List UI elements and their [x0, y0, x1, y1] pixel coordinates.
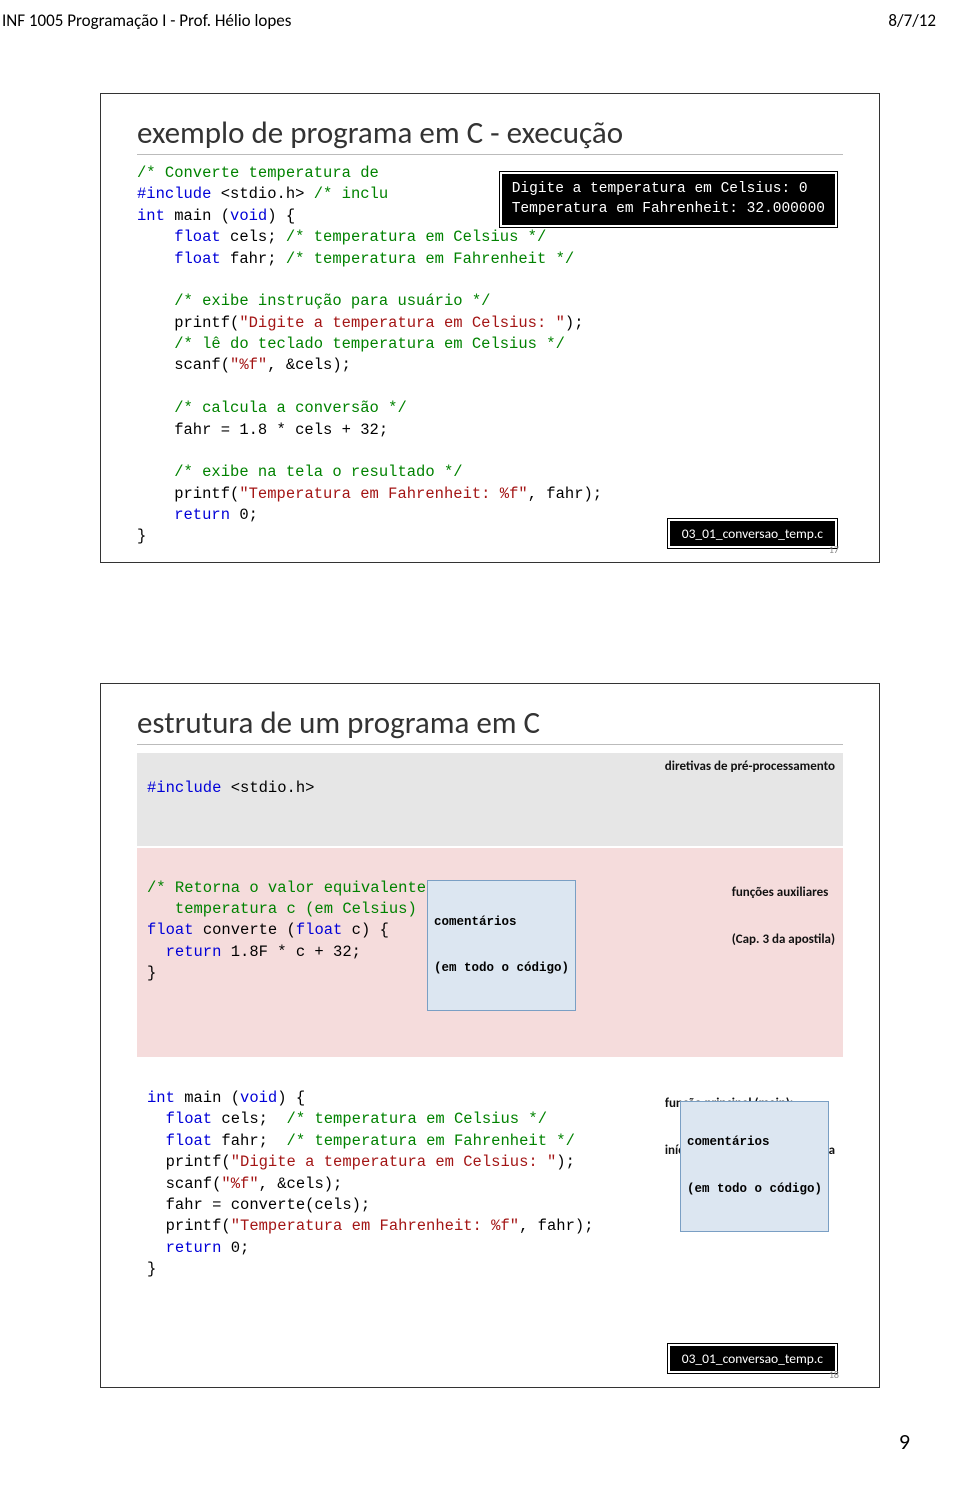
code-text: float [147, 1132, 212, 1150]
page-number: 9 [0, 1388, 960, 1455]
content-area: exemplo de programa em C - execução Digi… [0, 33, 960, 1388]
code-text: fahr = 1.8 * cels + 32; [137, 421, 388, 439]
code-text: /* temperatura em Fahrenheit */ [287, 1132, 575, 1150]
annotation-directives: diretivas de pré-processamento [665, 759, 835, 775]
band-main: int main (void) { float cels; /* tempera… [137, 1059, 843, 1371]
slide-pagenum: 18 [829, 1368, 839, 1381]
code-text [137, 378, 146, 396]
code-text: , fahr); [528, 485, 602, 503]
filename-box: 03_01_conversao_temp.c [668, 519, 837, 548]
code-text: converte ( [194, 921, 296, 939]
slide-execution: exemplo de programa em C - execução Digi… [100, 93, 880, 563]
code-text: <stdio.h> [221, 779, 314, 797]
code-text: float [147, 921, 194, 939]
code-text: main ( [175, 1089, 240, 1107]
code-text: "%f" [230, 356, 267, 374]
code-text: /* inclu [314, 185, 388, 203]
code-text: /* Converte temperatura de [137, 164, 379, 182]
page-header: INF 1005 Programação I - Prof. Hélio lop… [0, 8, 960, 33]
code-text: } [137, 527, 146, 545]
code-text: /* exibe instrução para usuário */ [137, 292, 490, 310]
code-text: #include [147, 779, 221, 797]
annotation-comments-box: comentários (em todo o código) [680, 1101, 829, 1232]
code-text: float [296, 921, 343, 939]
code-text: /* temperatura em Fahrenheit */ [286, 250, 574, 268]
code-text: "Digite a temperatura em Celsius: " [231, 1153, 557, 1171]
code-text: printf( [137, 314, 239, 332]
band-aux-functions: /* Retorna o valor equivalente em Fahren… [137, 848, 843, 1056]
header-right: 8/7/12 [888, 10, 936, 31]
slide-structure: estrutura de um programa em C #include <… [100, 683, 880, 1388]
output-box: Digite a temperatura em Celsius: 0 Tempe… [500, 172, 837, 227]
code-text: "%f" [221, 1175, 258, 1193]
code-text: fahr = converte(cels); [147, 1196, 370, 1214]
code-text: float [137, 250, 221, 268]
code-text: , fahr); [519, 1217, 593, 1235]
code-text: 1.8F * c + 32; [221, 943, 361, 961]
code-text: ); [556, 1153, 575, 1171]
header-left: INF 1005 Programação I - Prof. Hélio lop… [2, 10, 291, 31]
code-text: /* temperatura em Celsius */ [286, 228, 546, 246]
code-text: "Temperatura em Fahrenheit: %f" [231, 1217, 519, 1235]
code-text: main ( [165, 207, 230, 225]
annotation-line: comentários [434, 915, 569, 931]
annotation-line: (em todo o código) [434, 961, 569, 977]
output-line: Temperatura em Fahrenheit: 32.000000 [512, 200, 825, 220]
code-text: return [137, 506, 230, 524]
code-text: <stdio.h> [211, 185, 313, 203]
annotation-line: funções auxiliares [732, 885, 835, 901]
spacer [100, 563, 880, 683]
code-text: /* temperatura em Celsius */ [287, 1110, 547, 1128]
code-text: void [240, 1089, 277, 1107]
code-text: return [147, 1239, 221, 1257]
code-text: temperatura c (em Celsius) */ [147, 900, 445, 918]
code-text: c) { [342, 921, 389, 939]
code-text: printf( [147, 1217, 231, 1235]
code-text: scanf( [137, 356, 230, 374]
slide-title: estrutura de um programa em C [137, 704, 843, 745]
code-text [137, 442, 146, 460]
code-text: ); [565, 314, 584, 332]
slide-title: exemplo de programa em C - execução [137, 114, 843, 155]
code-text: float [147, 1110, 212, 1128]
code-text: 0; [230, 506, 258, 524]
code-text: /* exibe na tela o resultado */ [137, 463, 463, 481]
code-text: 0; [221, 1239, 249, 1257]
annotation-comments-box: comentários (em todo o código) [427, 880, 576, 1011]
annotation-line: comentários [687, 1135, 822, 1151]
code-text: ) { [277, 1089, 305, 1107]
code-text: fahr; [221, 250, 286, 268]
code-text: /* calcula a conversão */ [137, 399, 407, 417]
code-text: printf( [147, 1153, 231, 1171]
code-text: } [147, 964, 156, 982]
code-text: printf( [137, 485, 239, 503]
band-directives: #include <stdio.h> diretivas de pré-proc… [137, 753, 843, 847]
code-text: void [230, 207, 267, 225]
code-text: "Digite a temperatura em Celsius: " [239, 314, 565, 332]
output-line: Digite a temperatura em Celsius: 0 [512, 180, 825, 200]
page: INF 1005 Programação I - Prof. Hélio lop… [0, 0, 960, 1485]
code-text: int [147, 1089, 175, 1107]
code-text: float [137, 228, 221, 246]
code-text: "Temperatura em Fahrenheit: %f" [239, 485, 527, 503]
code-text: return [147, 943, 221, 961]
slide-pagenum: 17 [829, 543, 839, 556]
annotation-line: (em todo o código) [687, 1182, 822, 1198]
code-text: /* lê do teclado temperatura em Celsius … [137, 335, 565, 353]
code-text: fahr; [212, 1132, 286, 1150]
code-text: #include [137, 185, 211, 203]
code-text: int [137, 207, 165, 225]
annotation-aux: funções auxiliares (Cap. 3 da apostila) [732, 854, 835, 979]
code-text: , &cels); [267, 356, 351, 374]
code-text: cels; [221, 228, 286, 246]
filename-box: 03_01_conversao_temp.c [668, 1344, 837, 1373]
code-text: ) { [267, 207, 295, 225]
annotation-line: (Cap. 3 da apostila) [732, 932, 835, 948]
code-text: scanf( [147, 1175, 221, 1193]
code-text: cels; [212, 1110, 286, 1128]
code-text: , &cels); [259, 1175, 343, 1193]
code-text: } [147, 1260, 156, 1278]
code-text [137, 271, 146, 289]
